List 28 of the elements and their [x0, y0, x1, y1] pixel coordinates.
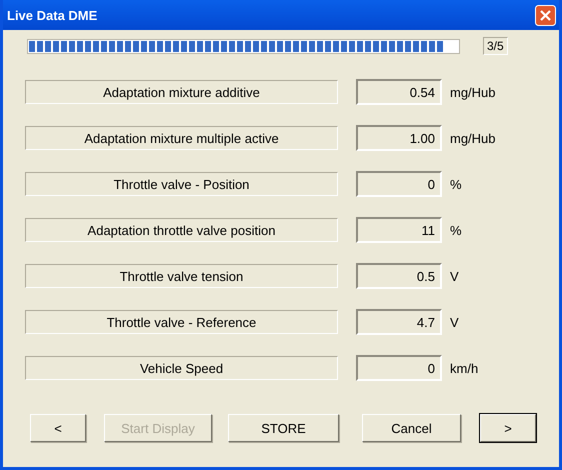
page-counter: 3/5	[483, 37, 508, 55]
parameter-label: Throttle valve tension	[25, 264, 338, 288]
parameter-label: Vehicle Speed	[25, 356, 338, 380]
window-title: Live Data DME	[7, 8, 98, 22]
unit-label: mg/Hub	[450, 84, 497, 100]
value-field: 11	[356, 217, 442, 243]
parameter-label: Adaptation mixture multiple active	[25, 126, 338, 150]
parameter-label: Adaptation mixture additive	[25, 80, 338, 104]
dialog-button[interactable]: Cancel	[362, 414, 461, 442]
parameter-label: Throttle valve - Reference	[25, 310, 338, 334]
value-field: 0	[356, 171, 442, 197]
dialog-button[interactable]: >	[480, 414, 536, 442]
value-field: 1.00	[356, 125, 442, 151]
value-field: 0.5	[356, 263, 442, 289]
unit-label: V	[450, 268, 460, 284]
value-field: 4.7	[356, 309, 442, 335]
parameter-label: Adaptation throttle valve position	[25, 218, 338, 242]
unit-label: mg/Hub	[450, 130, 497, 146]
close-icon[interactable]	[535, 4, 556, 26]
unit-label: km/h	[450, 360, 480, 376]
unit-label: %	[450, 176, 463, 192]
unit-label: %	[450, 222, 463, 238]
dialog-button[interactable]: <	[30, 414, 86, 442]
dialog-button[interactable]: STORE	[228, 414, 339, 442]
value-field: 0.54	[356, 79, 442, 105]
parameter-label: Throttle valve - Position	[25, 172, 338, 196]
value-field: 0	[356, 355, 442, 381]
unit-label: V	[450, 314, 460, 330]
